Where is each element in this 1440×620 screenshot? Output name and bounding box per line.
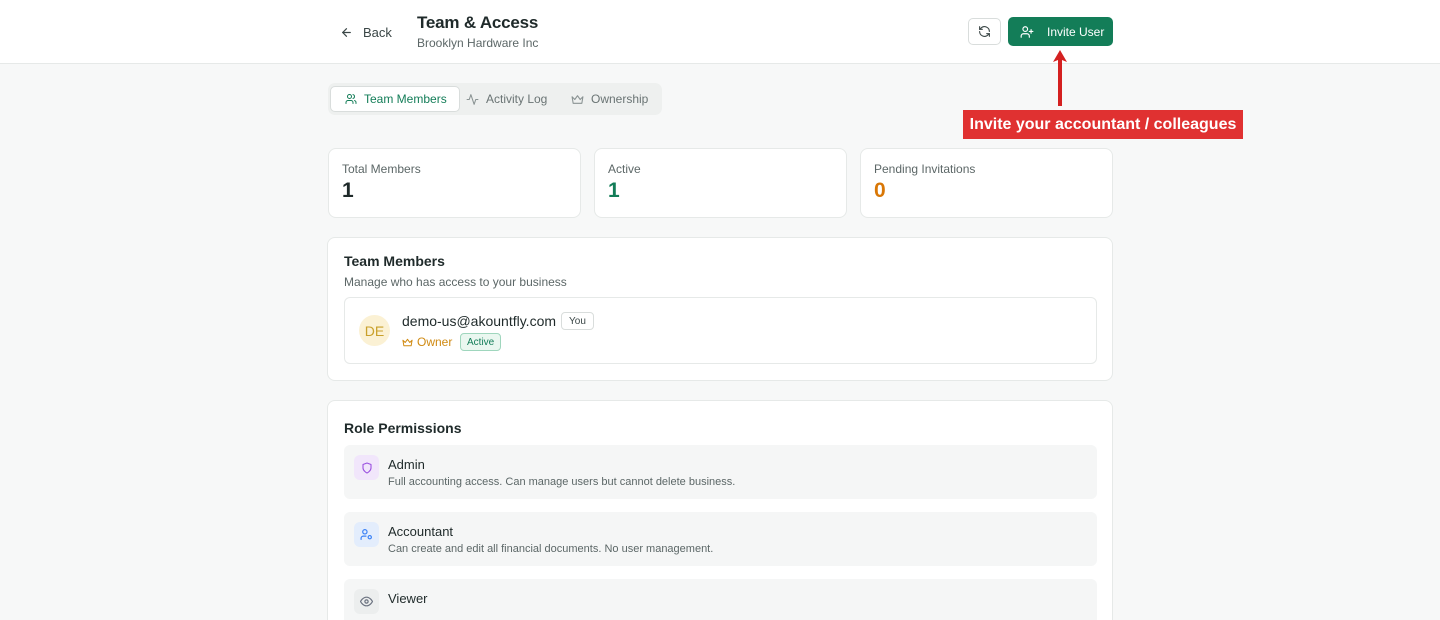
stat-value: 1: [342, 179, 354, 202]
role-permissions-card: Role Permissions Admin Full accounting a…: [327, 400, 1113, 620]
role-description: Can create and edit all financial docume…: [388, 543, 714, 555]
annotation-arrow: [1053, 50, 1067, 106]
role-icon-container: [354, 522, 379, 547]
invite-user-label: Invite User: [1047, 24, 1105, 39]
role-viewer: Viewer: [344, 579, 1097, 620]
tab-label: Activity Log: [486, 92, 548, 106]
member-row[interactable]: DE demo-us@akountfly.com You Owner Activ…: [344, 297, 1097, 364]
tab-team-members[interactable]: Team Members: [330, 86, 460, 112]
stat-label: Pending Invitations: [874, 162, 976, 176]
role-icon-container: [354, 589, 379, 614]
tab-ownership[interactable]: Ownership: [571, 86, 648, 112]
team-members-card: Team Members Manage who has access to yo…: [327, 237, 1113, 381]
tab-bar: Team Members Activity Log Ownership: [328, 83, 662, 115]
stat-pending-invitations: Pending Invitations 0: [860, 148, 1113, 218]
tab-label: Team Members: [364, 92, 447, 106]
top-bar: Back Team & Access Brooklyn Hardware Inc…: [0, 0, 1440, 64]
stat-value: 1: [608, 179, 620, 202]
stat-total-members: Total Members 1: [328, 148, 581, 218]
member-email: demo-us@akountfly.com: [402, 313, 557, 329]
tab-activity-log[interactable]: Activity Log: [466, 86, 547, 112]
refresh-button[interactable]: [968, 18, 1001, 45]
tab-label: Ownership: [591, 92, 649, 106]
role-name: Accountant: [388, 524, 454, 539]
arrow-left-icon: [342, 27, 351, 37]
user-plus-icon: [1020, 25, 1034, 38]
role-icon-container: [354, 455, 379, 480]
role-description: Full accounting access. Can manage users…: [388, 476, 736, 488]
card-title: Team Members: [344, 253, 445, 269]
role-admin: Admin Full accounting access. Can manage…: [344, 445, 1097, 499]
stat-label: Active: [608, 162, 641, 176]
page-header: Team & Access Brooklyn Hardware Inc: [417, 13, 538, 50]
role-name: Admin: [388, 457, 425, 472]
role-text: Owner: [417, 335, 453, 349]
refresh-icon: [979, 26, 990, 37]
status-badge: Active: [460, 333, 502, 351]
stat-value: 0: [874, 179, 886, 202]
you-badge: You: [561, 312, 594, 330]
card-description: Manage who has access to your business: [344, 275, 567, 289]
back-label: Back: [363, 24, 392, 40]
invite-user-button[interactable]: Invite User: [1008, 17, 1113, 46]
user-cog-icon: [360, 529, 372, 540]
stat-active: Active 1: [594, 148, 847, 218]
annotation-callout: Invite your accountant / colleagues: [963, 110, 1243, 139]
shield-icon: [361, 461, 372, 474]
role-name: Viewer: [388, 591, 428, 606]
role-accountant: Accountant Can create and edit all finan…: [344, 512, 1097, 566]
activity-icon: [466, 93, 479, 105]
eye-icon: [360, 596, 373, 607]
crown-icon: [571, 94, 584, 104]
card-title: Role Permissions: [344, 420, 462, 436]
stat-label: Total Members: [342, 162, 421, 176]
users-icon: [345, 94, 357, 104]
business-name: Brooklyn Hardware Inc: [417, 36, 539, 50]
avatar: DE: [359, 315, 390, 346]
page-title: Team & Access: [417, 13, 539, 32]
crown-icon: [402, 338, 413, 346]
back-button[interactable]: Back: [340, 22, 392, 42]
role-label: Owner: [402, 335, 452, 349]
